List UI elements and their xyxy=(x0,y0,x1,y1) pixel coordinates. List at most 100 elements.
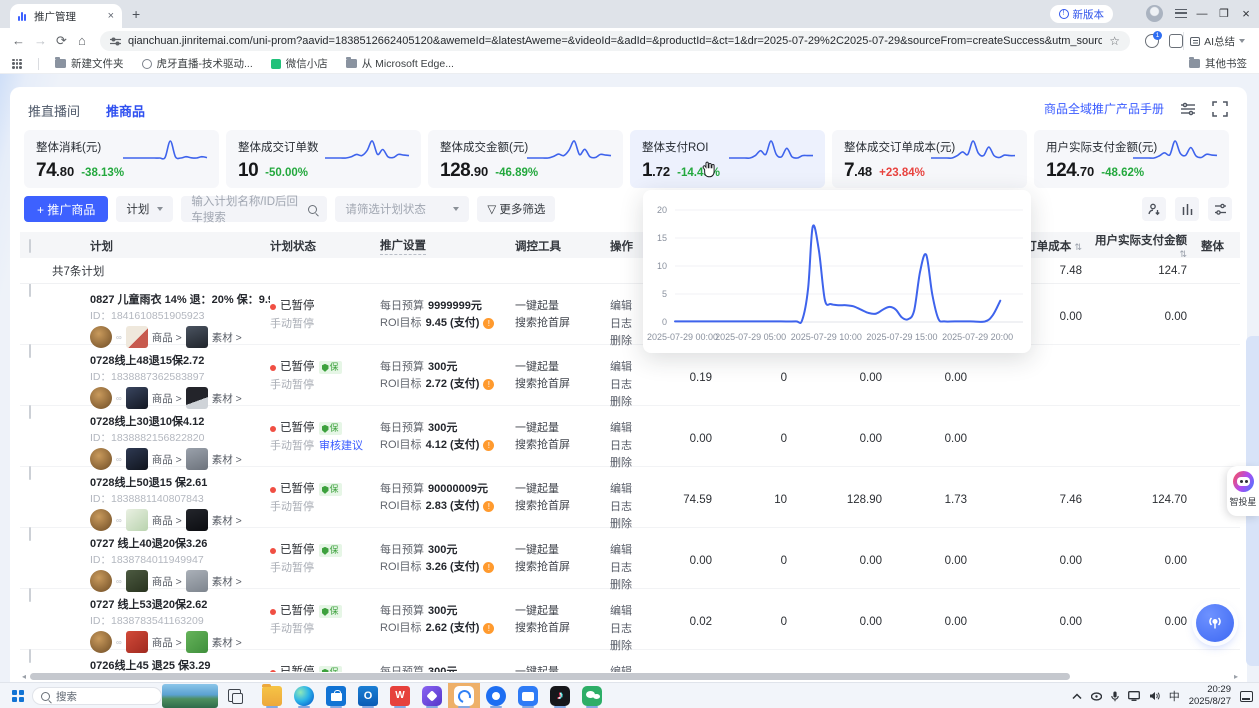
edit-link[interactable]: 编辑 xyxy=(610,420,660,438)
taskbar-app[interactable]: ♪ xyxy=(544,683,576,708)
assistant-widget[interactable]: 智投星 xyxy=(1227,466,1259,516)
speaker-icon[interactable] xyxy=(1149,691,1160,701)
stat-card[interactable]: 整体成交订单成本(元) 7 .48 +23.84% xyxy=(832,130,1027,188)
tool-boost-link[interactable]: 一键起量 xyxy=(515,420,610,437)
taskbar-app[interactable] xyxy=(448,683,480,708)
promote-product-button[interactable]: + 推广商品 xyxy=(24,196,108,222)
tool-boost-link[interactable]: 一键起量 xyxy=(515,298,610,315)
taskbar-app[interactable]: W xyxy=(384,683,416,708)
taskbar-app[interactable] xyxy=(512,683,544,708)
warning-icon[interactable]: ! xyxy=(483,379,494,390)
more-filters-button[interactable]: ▽ 更多筛选 xyxy=(477,196,555,222)
product-link[interactable]: 商品 > xyxy=(152,574,182,589)
stat-card[interactable]: 整体支付ROI 1 .72 -14.43% xyxy=(630,130,825,188)
column-settings-button[interactable] xyxy=(1208,197,1232,221)
log-link[interactable]: 日志 xyxy=(610,438,660,456)
other-bookmarks-button[interactable]: 其他书签 xyxy=(1189,56,1247,71)
row-checkbox[interactable] xyxy=(29,527,31,541)
new-tab-button[interactable]: + xyxy=(132,6,140,22)
window-maximize-button[interactable]: ❐ xyxy=(1213,0,1235,28)
edit-link[interactable]: 编辑 xyxy=(610,542,660,560)
bookmark-item[interactable]: 从 Microsoft Edge... xyxy=(346,56,454,71)
warning-icon[interactable]: ! xyxy=(483,318,494,329)
tool-search-link[interactable]: 搜索抢首屏 xyxy=(515,437,610,454)
export-report-button[interactable] xyxy=(1142,197,1166,221)
tab-close-icon[interactable]: × xyxy=(108,11,114,22)
stat-card[interactable]: 整体成交订单数 10 -50.00% xyxy=(226,130,421,188)
task-view-icon[interactable] xyxy=(228,689,241,702)
taskbar-app[interactable] xyxy=(288,683,320,708)
row-checkbox[interactable] xyxy=(29,284,31,297)
material-link[interactable]: 素材 > xyxy=(212,635,242,650)
tool-search-link[interactable]: 搜索抢首屏 xyxy=(515,315,610,332)
tool-search-link[interactable]: 搜索抢首屏 xyxy=(515,620,610,637)
window-minimize-button[interactable]: — xyxy=(1191,0,1213,28)
col-header-overall[interactable]: 整体 xyxy=(1195,238,1240,254)
horizontal-scrollbar[interactable]: ◂ ▸ xyxy=(22,672,1238,681)
tool-search-link[interactable]: 搜索抢首屏 xyxy=(515,498,610,515)
reload-button[interactable]: ⟳ xyxy=(56,33,67,49)
edit-link[interactable]: 编辑 xyxy=(610,664,660,672)
taskbar-app[interactable] xyxy=(256,683,288,708)
extensions-puzzle-icon[interactable] xyxy=(1169,34,1183,48)
col-header-user-paid[interactable]: 用户实际支付金额 ⇅ xyxy=(1090,232,1195,260)
product-link[interactable]: 商品 > xyxy=(152,513,182,528)
warning-icon[interactable]: ! xyxy=(483,440,494,451)
tray-expand-icon[interactable] xyxy=(1072,693,1082,700)
bookmark-star-icon[interactable]: ☆ xyxy=(1109,34,1120,48)
back-button[interactable]: ← xyxy=(12,33,25,48)
page-tab[interactable]: 推直播间 xyxy=(28,101,80,120)
row-checkbox[interactable] xyxy=(29,588,31,602)
taskbar-search[interactable]: 搜索 xyxy=(32,687,162,705)
ai-summary-button[interactable]: AI总结 xyxy=(1183,32,1251,50)
notification-center-icon[interactable] xyxy=(1240,691,1253,702)
taskbar-app[interactable] xyxy=(480,683,512,708)
taskbar-clock[interactable]: 20:29 2025/8/27 xyxy=(1189,684,1231,708)
material-link[interactable]: 素材 > xyxy=(212,391,242,406)
manual-link[interactable]: 商品全域推广产品手册 xyxy=(1044,100,1164,117)
edit-link[interactable]: 编辑 xyxy=(610,603,660,621)
tool-search-link[interactable]: 搜索抢首屏 xyxy=(515,376,610,393)
tray-device-icon[interactable] xyxy=(1091,692,1102,701)
apps-grid-icon[interactable] xyxy=(12,59,22,69)
product-link[interactable]: 商品 > xyxy=(152,330,182,345)
plan-type-select[interactable]: 计划 xyxy=(116,196,173,222)
browser-tab[interactable]: 推广管理 × xyxy=(10,4,122,28)
help-broadcast-button[interactable] xyxy=(1196,604,1234,642)
row-checkbox[interactable] xyxy=(29,649,31,663)
windows-start-button[interactable] xyxy=(12,690,24,702)
warning-icon[interactable]: ! xyxy=(483,623,494,634)
product-link[interactable]: 商品 > xyxy=(152,452,182,467)
warning-icon[interactable]: ! xyxy=(483,501,494,512)
row-checkbox[interactable] xyxy=(29,466,31,480)
display-settings-icon[interactable] xyxy=(1180,101,1196,117)
bookmark-item[interactable]: 新建文件夹 xyxy=(55,56,124,71)
warning-icon[interactable]: ! xyxy=(483,562,494,573)
weather-widget-thumbnail[interactable] xyxy=(162,684,218,708)
taskbar-app[interactable] xyxy=(576,683,608,708)
bookmark-item[interactable]: 虎牙直播-技术驱动... xyxy=(142,56,253,71)
scrollbar-thumb[interactable] xyxy=(30,673,1070,680)
material-link[interactable]: 素材 > xyxy=(212,574,242,589)
log-link[interactable]: 日志 xyxy=(610,621,660,639)
bookmark-item[interactable]: 微信小店 xyxy=(271,56,328,71)
taskbar-app[interactable]: O xyxy=(352,683,384,708)
edit-link[interactable]: 编辑 xyxy=(610,359,660,377)
taskbar-app[interactable] xyxy=(320,683,352,708)
stat-card[interactable]: 整体消耗(元) 74 .80 -38.13% xyxy=(24,130,219,188)
material-link[interactable]: 素材 > xyxy=(212,452,242,467)
tool-search-link[interactable]: 搜索抢首屏 xyxy=(515,559,610,576)
edit-link[interactable]: 编辑 xyxy=(610,481,660,499)
browser-avatar[interactable] xyxy=(1146,5,1163,22)
window-close-button[interactable]: × xyxy=(1235,0,1257,28)
fullscreen-icon[interactable] xyxy=(1212,101,1228,117)
log-link[interactable]: 日志 xyxy=(610,377,660,395)
browser-menu-icon[interactable] xyxy=(1175,9,1187,18)
url-field[interactable]: qianchuan.jinritemai.com/uni-prom?aavid=… xyxy=(100,31,1130,51)
select-all-checkbox[interactable] xyxy=(29,239,31,253)
review-suggestion-link[interactable]: 审核建议 xyxy=(319,438,363,455)
log-link[interactable]: 日志 xyxy=(610,560,660,578)
row-checkbox[interactable] xyxy=(29,405,31,419)
new-version-button[interactable]: !新版本 xyxy=(1050,5,1114,23)
network-display-icon[interactable] xyxy=(1128,691,1140,701)
